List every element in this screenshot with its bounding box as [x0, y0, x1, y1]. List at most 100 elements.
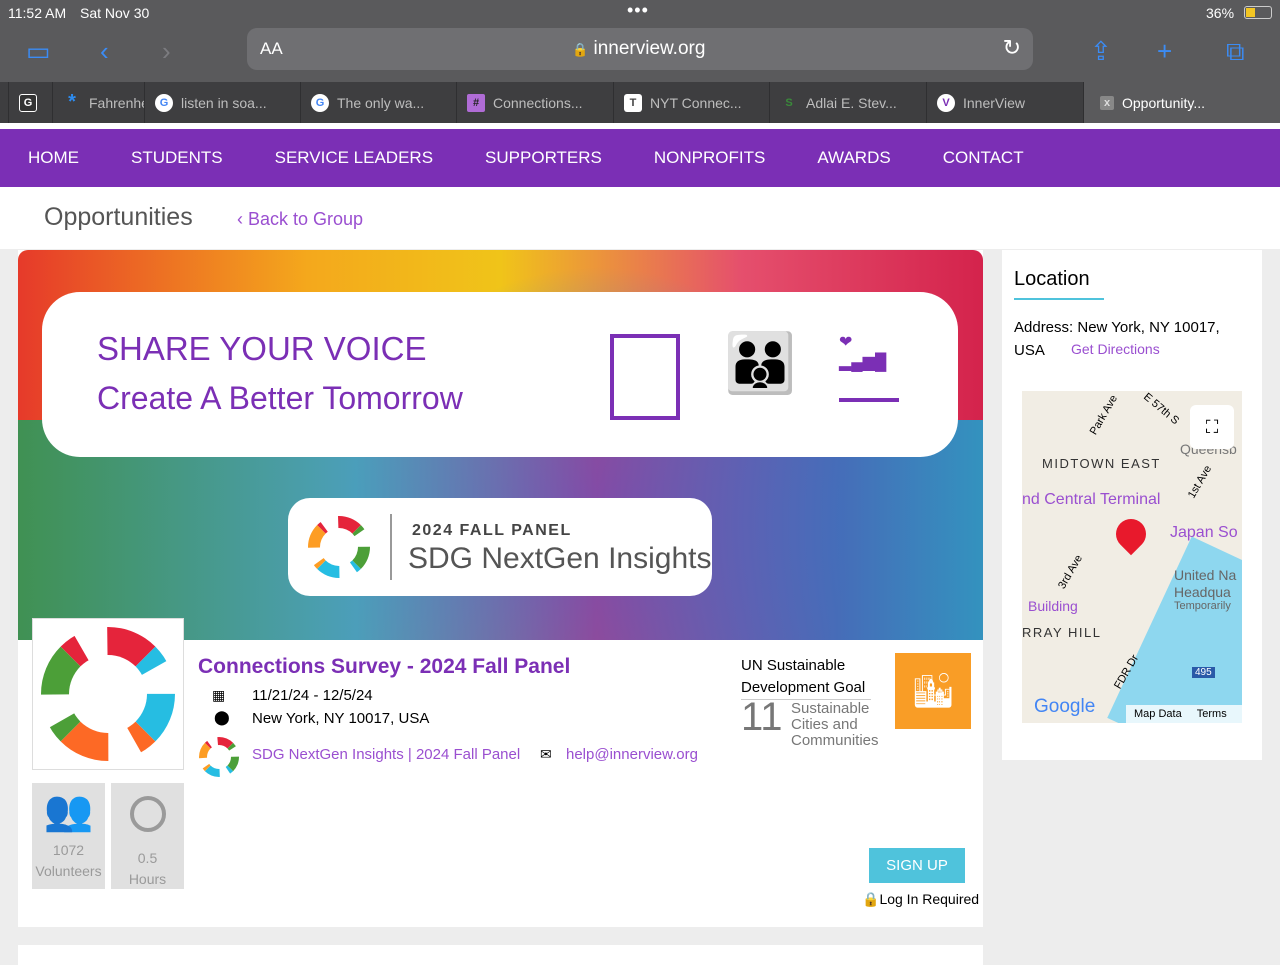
map-label: nd Central Terminal: [1022, 491, 1161, 508]
tab-icon: V: [937, 93, 955, 112]
back-icon[interactable]: ‹: [100, 36, 109, 66]
map-label: 3rd Ave: [1056, 552, 1086, 592]
nav-home[interactable]: HOME: [28, 148, 79, 168]
browser-toolbar: ▭ ‹ › AA 🔒 innerview.org ↻ ⇪ + ⧉: [0, 22, 1280, 82]
hours-stat: 0.5 Hours: [111, 783, 184, 889]
map-label: 1st Ave: [1185, 463, 1215, 501]
terms-link[interactable]: Terms: [1197, 708, 1227, 720]
city-icon: 🏙: [895, 653, 971, 729]
banner-line2: Create A Better Tomorrow: [97, 380, 463, 416]
panel-big: SDG NextGen Insights: [408, 542, 712, 575]
tab-label: Opportunity...: [1122, 94, 1206, 111]
tab-label: InnerView: [963, 94, 1026, 111]
tab-label: Connections...: [493, 94, 583, 111]
map-label: Japan So: [1170, 524, 1238, 541]
envelope-icon: ✉: [540, 746, 552, 762]
sdg-name: Sustainable Cities and Communities: [791, 700, 879, 749]
nav-students[interactable]: STUDENTS: [131, 148, 223, 168]
new-tab-icon[interactable]: +: [1157, 36, 1172, 66]
tab[interactable]: * Fahrenheit: [52, 82, 144, 123]
battery-icon: [1244, 6, 1272, 19]
tab[interactable]: Glisten in soa...: [144, 82, 300, 123]
map-label: Headqua: [1174, 584, 1231, 600]
chart-heart-icon: ❤ ▂▄▆█: [839, 332, 899, 402]
panel-small: 2024 FALL PANEL: [412, 522, 572, 539]
map-label: MIDTOWN EAST: [1042, 456, 1161, 471]
calendar-icon: ▦: [212, 687, 226, 703]
page-header: Opportunities ‹ Back to Group: [0, 187, 1280, 249]
nav-contact[interactable]: CONTACT: [943, 148, 1024, 168]
map-label: E 57th S: [1141, 391, 1182, 428]
map-label: Park Ave: [1087, 393, 1121, 437]
volunteers-stat: 👥 1072 Volunteers: [32, 783, 105, 889]
url: innerview.org: [593, 38, 706, 59]
tab-label: Adlai E. Stev...: [806, 94, 897, 111]
tab[interactable]: V InnerView: [926, 82, 1083, 123]
sdg-panel: 2024 FALL PANEL SDG NextGen Insights: [288, 498, 712, 596]
banner-image: SHARE YOUR VOICE Create A Better Tomorro…: [18, 250, 983, 640]
nav-service-leaders[interactable]: SERVICE LEADERS: [275, 148, 433, 168]
page-title: Opportunities: [44, 203, 193, 231]
map-data-link[interactable]: Map Data: [1134, 708, 1182, 720]
people-icon: 👪: [724, 331, 797, 396]
sign-up-button[interactable]: SIGN UP: [869, 848, 965, 883]
share-icon[interactable]: ⇪: [1090, 36, 1112, 66]
more-icon[interactable]: •••: [627, 0, 649, 21]
location-heading: Location: [1014, 268, 1090, 290]
location-panel: Location Address: New York, NY 10017, US…: [1002, 250, 1262, 760]
tab-icon: S: [785, 96, 793, 109]
tab[interactable]: T NYT Connec...: [613, 82, 769, 123]
battery-percent: 36%: [1206, 5, 1235, 21]
lock-icon: 🔒: [862, 891, 880, 907]
tab[interactable]: G The only wa...: [300, 82, 456, 123]
survey-icon: [610, 334, 680, 420]
login-required: 🔒Log In Required: [862, 891, 979, 908]
close-tab-icon[interactable]: x: [1100, 95, 1114, 110]
map[interactable]: MIDTOWN EAST nd Central Terminal Japan S…: [1022, 391, 1242, 723]
tab-active[interactable]: x Opportunity...: [1083, 82, 1280, 123]
sdg-wheel-icon: [308, 516, 370, 578]
tab[interactable]: G: [8, 82, 52, 123]
tab-icon: G: [311, 93, 329, 112]
tabs-icon[interactable]: ⧉: [1226, 36, 1245, 66]
nav-awards[interactable]: AWARDS: [817, 148, 890, 168]
map-label: RRAY HILL: [1022, 625, 1102, 640]
map-pin-icon: [1109, 512, 1153, 556]
tab-label: NYT Connec...: [650, 94, 742, 111]
site-nav: HOME STUDENTS SERVICE LEADERS SUPPORTERS…: [0, 129, 1280, 187]
tab-icon: G: [19, 93, 37, 112]
reload-icon[interactable]: ↻: [1003, 35, 1021, 61]
nav-supporters[interactable]: SUPPORTERS: [485, 148, 602, 168]
back-to-group-link[interactable]: ‹ Back to Group: [237, 209, 363, 230]
event-location: New York, NY 10017, USA: [252, 710, 430, 727]
google-logo: Google: [1034, 696, 1096, 717]
banner-panel: SHARE YOUR VOICE Create A Better Tomorro…: [42, 292, 958, 457]
people-icon: 👥: [43, 789, 94, 833]
clock-icon: [129, 796, 166, 832]
nav-nonprofits[interactable]: NONPROFITS: [654, 148, 765, 168]
tab[interactable]: # Connections...: [456, 82, 613, 123]
get-directions-link[interactable]: Get Directions: [1071, 341, 1160, 357]
tab-icon: #: [467, 93, 485, 112]
tab-label: listen in soa...: [181, 94, 267, 111]
email-link[interactable]: help@innerview.org: [566, 746, 698, 763]
sidebar-icon[interactable]: ▭: [26, 36, 51, 66]
banner-line1: SHARE YOUR VOICE: [97, 330, 427, 367]
fullscreen-icon[interactable]: ⛶: [1190, 405, 1234, 449]
group-icon: [199, 737, 239, 777]
route-shield: 495: [1192, 667, 1215, 678]
tab[interactable]: S Adlai E. Stev...: [769, 82, 926, 123]
event-dates: 11/21/24 - 12/5/24: [252, 687, 373, 704]
address-bar[interactable]: AA 🔒 innerview.org ↻: [247, 28, 1033, 70]
map-label: Temporarily: [1174, 600, 1231, 612]
lock-icon: 🔒: [572, 42, 589, 57]
location-pin-icon: ⬤: [214, 709, 230, 725]
map-label: Building: [1028, 598, 1078, 614]
hours-count: 0.5: [137, 850, 158, 866]
back-label: Back to Group: [248, 209, 364, 229]
tab-label: The only wa...: [337, 94, 425, 111]
reader-button[interactable]: AA: [260, 39, 283, 59]
forward-icon[interactable]: ›: [162, 36, 171, 66]
map-label: United Na: [1174, 567, 1237, 583]
group-link[interactable]: SDG NextGen Insights | 2024 Fall Panel: [252, 746, 520, 763]
